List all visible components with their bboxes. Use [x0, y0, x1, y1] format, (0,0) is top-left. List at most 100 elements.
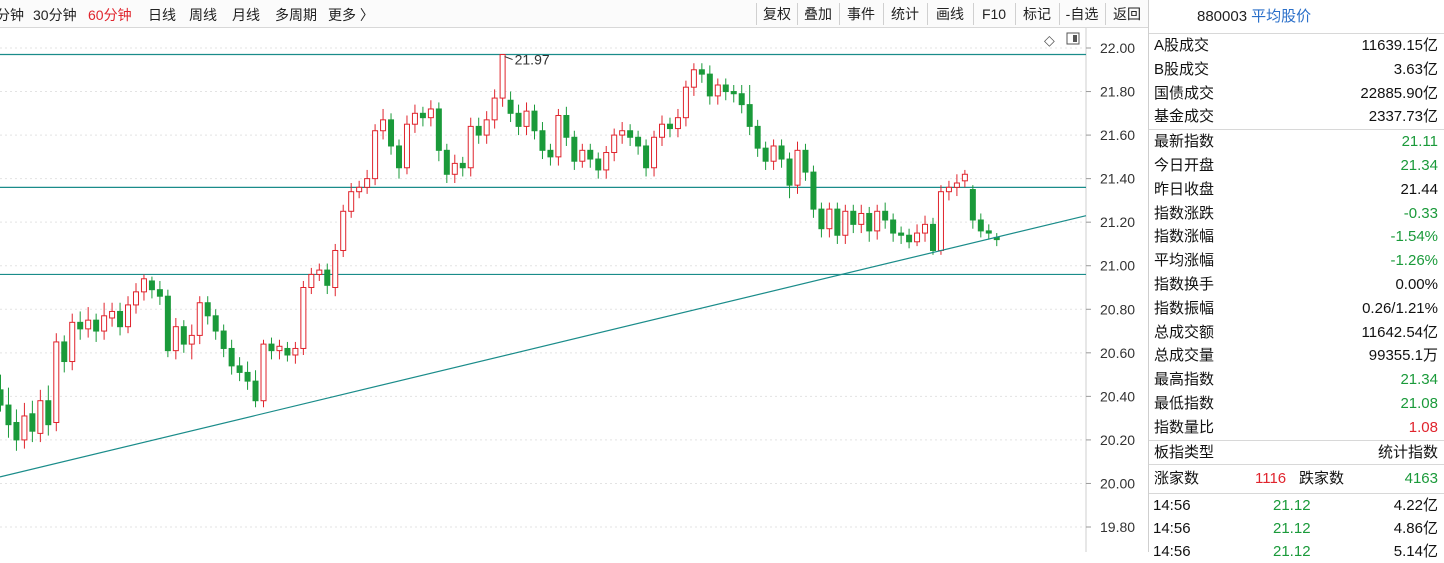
period-multi[interactable]: 多周期	[275, 5, 317, 25]
restore-rights-button[interactable]: 复权	[756, 3, 797, 25]
row-value: 统计指数	[1377, 443, 1438, 461]
candle	[340, 204, 347, 258]
draw-line-button[interactable]: 画线	[927, 3, 972, 25]
candle	[977, 213, 984, 238]
candle	[467, 117, 474, 177]
candle	[730, 85, 737, 103]
row-label: B股成交	[1154, 60, 1210, 78]
candle	[164, 289, 171, 358]
candle	[802, 143, 809, 181]
candle	[738, 85, 745, 114]
row-value: 2337.73亿	[1368, 108, 1438, 126]
tick-list[interactable]: 14:56 21.12 4.22亿 14:56 21.12 4.86亿 14:56 21.12…	[1149, 494, 1444, 563]
candle	[523, 102, 530, 136]
row-label: 今日开盘	[1154, 156, 1215, 174]
period-weekly[interactable]: 周线	[189, 5, 217, 25]
back-button[interactable]: 返回	[1105, 3, 1148, 25]
candle	[619, 122, 626, 144]
candle	[212, 309, 219, 340]
panel-toggle-icon[interactable]	[1066, 32, 1080, 45]
row-label: 国债成交	[1154, 84, 1215, 102]
period-30min[interactable]: 30分钟	[33, 5, 77, 25]
period-60min[interactable]: 60分钟	[88, 5, 132, 25]
row-label: 总成交额	[1154, 323, 1215, 341]
candle	[77, 311, 84, 340]
row-value: 11639.15亿	[1361, 37, 1438, 54]
row-label: A股成交	[1154, 37, 1210, 54]
quote-panel: 880003 平均股价 A股成交 11639.15亿 B股成交 3.63亿 国债成交 228…	[1148, 0, 1444, 560]
candle	[276, 339, 283, 360]
diamond-icon[interactable]: ◇	[1044, 32, 1055, 48]
down-count-value: 4163	[1404, 470, 1438, 488]
index-stat-row: 指数涨幅 -1.54%	[1149, 225, 1444, 249]
candle	[507, 91, 514, 123]
candle	[411, 104, 418, 133]
high-marker-label: 21.97	[515, 52, 550, 68]
period-monthly[interactable]: 月线	[232, 5, 260, 25]
trend-line[interactable]	[0, 215, 1087, 478]
candle	[268, 337, 275, 360]
candle	[953, 174, 960, 197]
axis-tick-label: 21.40	[1100, 171, 1135, 187]
candle	[842, 204, 849, 244]
turnover-row: 基金成交 2337.73亿	[1149, 105, 1444, 129]
row-value: 0.26/1.21%	[1362, 299, 1438, 317]
candle	[364, 169, 371, 194]
row-value: 99355.1万	[1368, 347, 1438, 365]
candle	[109, 302, 116, 327]
candle	[148, 276, 155, 299]
mark-button[interactable]: 标记	[1015, 3, 1058, 25]
candle	[403, 115, 410, 175]
candle	[220, 324, 227, 358]
candle	[929, 217, 936, 255]
row-value: 21.44	[1400, 180, 1438, 198]
index-stat-row: 总成交额 11642.54亿	[1149, 321, 1444, 345]
period-more[interactable]: 更多 〉	[328, 5, 374, 25]
up-count-label: 涨家数	[1154, 470, 1200, 488]
candle	[882, 202, 889, 229]
candle	[866, 206, 873, 242]
candle	[101, 302, 108, 340]
index-stat-row: 最新指数 21.11	[1149, 130, 1444, 154]
period-minute[interactable]: 分钟	[0, 5, 24, 25]
candle	[37, 389, 44, 443]
row-label: 指数涨跌	[1154, 204, 1215, 222]
candle	[260, 339, 267, 408]
events-button[interactable]: 事件	[839, 3, 882, 25]
candle	[244, 361, 251, 390]
overlay-button[interactable]: 叠加	[797, 3, 838, 25]
candle	[651, 130, 658, 177]
candle	[300, 280, 307, 355]
candle	[945, 180, 952, 201]
row-label: 指数振幅	[1154, 299, 1215, 317]
statistics-button[interactable]: 统计	[883, 3, 926, 25]
candle	[499, 54, 506, 107]
candle	[252, 370, 259, 408]
candle	[284, 341, 291, 362]
axis-tick-label: 21.00	[1100, 258, 1135, 274]
candle	[563, 106, 570, 146]
period-daily[interactable]: 日线	[148, 5, 176, 25]
candle	[635, 130, 642, 155]
candle	[435, 102, 442, 162]
remove-favorite-button[interactable]: -自选	[1059, 3, 1104, 25]
candle	[132, 283, 139, 314]
candle	[858, 204, 865, 234]
index-name[interactable]: 平均股价	[1251, 8, 1311, 25]
index-code: 880003	[1197, 8, 1248, 25]
candle	[443, 143, 450, 183]
row-value: 21.34	[1400, 156, 1438, 174]
turnover-row: B股成交 3.63亿	[1149, 58, 1444, 82]
up-count-value: 1116	[1255, 470, 1287, 488]
candlestick-chart[interactable]: 22.00 21.80 21.60 21.40 21.20 21.00 20.80 20.60…	[0, 28, 1148, 552]
f10-button[interactable]: F10	[973, 3, 1014, 25]
tick-amount: 4.22亿	[1393, 497, 1438, 515]
candle	[332, 243, 339, 297]
candle	[674, 108, 681, 138]
candle	[898, 226, 905, 244]
axis-tick-label: 20.00	[1100, 475, 1135, 491]
row-label: 指数量比	[1154, 418, 1215, 436]
candle	[587, 143, 594, 168]
row-label: 平均涨幅	[1154, 252, 1215, 270]
candle	[985, 224, 992, 240]
